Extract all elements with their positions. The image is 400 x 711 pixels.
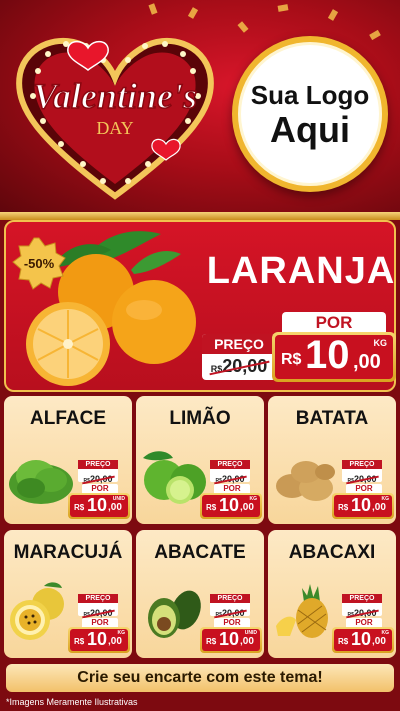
- confetti: [277, 4, 289, 12]
- por-label: POR: [282, 312, 386, 334]
- old-price-box: PREÇO R$20,00: [202, 334, 276, 380]
- old-price: R$20,00: [81, 474, 115, 485]
- price-dec: ,00: [372, 502, 386, 513]
- divider: [0, 212, 400, 220]
- price-int: 10: [87, 495, 108, 515]
- preco-label: PREÇO: [342, 594, 382, 603]
- old-price-box: PREÇO R$20,00: [78, 460, 118, 485]
- product-name: BATATA: [295, 408, 369, 429]
- confetti: [148, 3, 158, 15]
- product-card-abacaxi[interactable]: ABACAXI PREÇOR$20,00 POR R$10,00KG: [268, 530, 396, 658]
- brand-subtitle: DAY: [96, 118, 133, 138]
- old-price-box: PREÇO R$20,00: [342, 594, 382, 619]
- product-card-batata[interactable]: BATATA PREÇOR$20,00 POR R$10,00KG: [268, 396, 396, 524]
- price-int: 10: [219, 629, 240, 649]
- old-price: R$20,00: [209, 356, 269, 377]
- price-dec: ,00: [108, 636, 122, 647]
- price-tag: R$ 10,00 KG: [332, 627, 394, 653]
- confetti: [237, 21, 249, 33]
- price-tag: R$ 10 ,00 KG: [272, 332, 396, 382]
- featured-name: LARANJA: [206, 250, 396, 292]
- price-tag: R$ 10,00 UNID: [200, 627, 262, 653]
- currency: R$: [281, 351, 302, 368]
- old-price-box: PREÇO R$20,00: [342, 460, 382, 485]
- price-int: 10: [305, 333, 350, 377]
- old-price-box: PREÇO R$20,00: [78, 594, 118, 619]
- unit: KG: [373, 338, 388, 348]
- brand-title: Valentine's: [33, 76, 197, 116]
- confetti: [327, 9, 339, 21]
- disclaimer: *Imagens Meramente Ilustrativas: [6, 697, 138, 707]
- avocado-image: [148, 590, 201, 638]
- old-price-box: PREÇO R$20,00: [210, 594, 250, 619]
- old-price: R$20,00: [81, 608, 115, 619]
- old-price: R$20,00: [213, 608, 247, 619]
- passion-fruit-image: [10, 582, 64, 640]
- product-card-limao[interactable]: LIMÃO PREÇOR$20,00 POR R$10,00KG: [136, 396, 264, 524]
- product-card-alface[interactable]: ALFACE PREÇOR$20,00 POR R$10,00UNID: [4, 396, 132, 524]
- logo-line2: Aqui: [270, 108, 350, 150]
- potato-image: [276, 461, 335, 501]
- currency: R$: [338, 637, 349, 646]
- price-dec: ,00: [240, 502, 254, 513]
- old-price: R$20,00: [345, 474, 379, 485]
- pineapple-image: [276, 584, 328, 638]
- product-name: LIMÃO: [169, 408, 231, 429]
- price-tag: R$ 10,00 KG: [200, 493, 262, 519]
- price-dec: ,00: [372, 636, 386, 647]
- price-dec: ,00: [240, 636, 254, 647]
- discount-badge: -50%: [12, 236, 66, 290]
- preco-label: PREÇO: [210, 460, 250, 469]
- confetti: [187, 7, 199, 19]
- valentines-day-logo: Valentine's DAY: [8, 26, 223, 201]
- product-name: ABACATE: [154, 542, 246, 563]
- unit: KG: [381, 496, 390, 502]
- price-int: 10: [351, 495, 372, 515]
- price-tag: R$ 10,00 KG: [68, 627, 130, 653]
- currency: R$: [74, 503, 85, 512]
- preco-label: PREÇO: [78, 460, 118, 469]
- price-tag: R$ 10,00 UNID: [68, 493, 130, 519]
- old-price-box: PREÇO R$20,00: [210, 460, 250, 485]
- lettuce-image: [9, 460, 73, 504]
- product-name: ALFACE: [30, 408, 106, 429]
- price-dec: ,00: [108, 502, 122, 513]
- unit: KG: [249, 496, 258, 502]
- unit: KG: [117, 630, 126, 636]
- confetti: [369, 29, 381, 41]
- price-int: 10: [351, 629, 372, 649]
- price-dec: ,00: [353, 351, 381, 373]
- currency: R$: [338, 503, 349, 512]
- header-banner: Valentine's DAY Sua Logo Aqui: [0, 0, 400, 215]
- discount-label: -50%: [23, 255, 55, 271]
- product-name: ABACAXI: [288, 542, 376, 563]
- logo-line1: Sua Logo: [250, 79, 370, 110]
- product-name: MARACUJÁ: [13, 542, 123, 563]
- unit: KG: [381, 630, 390, 636]
- unit: UNID: [244, 630, 257, 636]
- featured-product[interactable]: -50% LARANJA PREÇO R$20,00 POR R$ 10 ,00…: [4, 220, 396, 392]
- unit: UNID: [112, 496, 125, 502]
- currency: R$: [206, 637, 217, 646]
- old-price: R$20,00: [213, 474, 247, 485]
- logo-placeholder: Sua Logo Aqui: [232, 36, 388, 192]
- preco-label: PREÇO: [210, 594, 250, 603]
- preco-label: PREÇO: [202, 334, 276, 354]
- price-tag: R$ 10,00 KG: [332, 493, 394, 519]
- preco-label: PREÇO: [78, 594, 118, 603]
- currency: R$: [206, 503, 217, 512]
- product-card-maracuja[interactable]: MARACUJÁ PREÇOR$20,00 POR R$10,00KG: [4, 530, 132, 658]
- cta-banner[interactable]: Crie seu encarte com este tema!: [6, 664, 394, 692]
- lime-image: [143, 451, 206, 504]
- old-price: R$20,00: [345, 608, 379, 619]
- currency: R$: [74, 637, 85, 646]
- preco-label: PREÇO: [342, 460, 382, 469]
- price-int: 10: [219, 495, 240, 515]
- product-card-abacate[interactable]: ABACATE PREÇOR$20,00 POR R$10,00UNID: [136, 530, 264, 658]
- price-int: 10: [87, 629, 108, 649]
